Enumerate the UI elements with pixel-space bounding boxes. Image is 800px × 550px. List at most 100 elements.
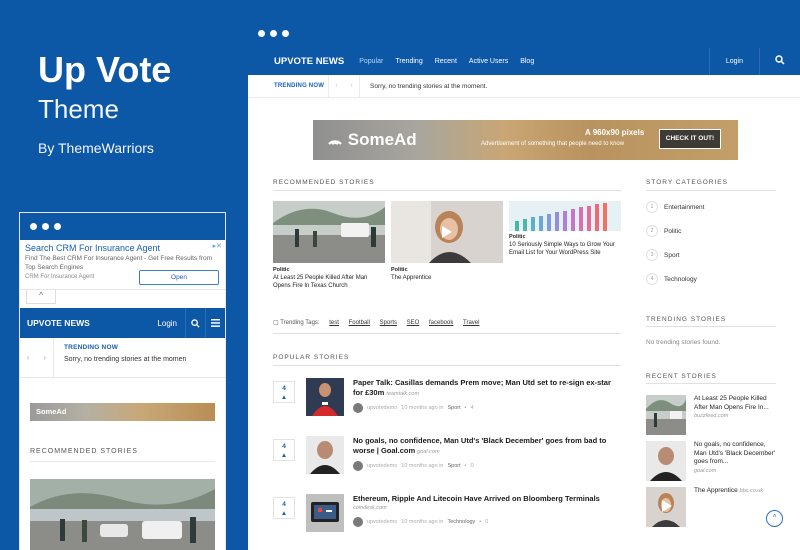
story-title[interactable]: The Apprentice [694, 487, 738, 494]
story-title[interactable]: Paper Talk: Casillas demands Prem move; … [353, 378, 621, 399]
avatar[interactable] [353, 403, 363, 413]
mobile-ad[interactable]: Search CRM For Insurance Agent Find The … [20, 240, 225, 290]
upvote-button[interactable]: 4 ▲ [273, 497, 295, 519]
story-thumbnail[interactable] [646, 395, 686, 435]
story-title[interactable]: No goals, no confidence, Man Utd's 'Blac… [353, 436, 621, 457]
mobile-banner-ad[interactable]: SomeAd [30, 403, 215, 421]
story-title-text[interactable]: No goals, no confidence, Man Utd's 'Blac… [353, 436, 606, 455]
menu-icon[interactable] [205, 308, 225, 338]
mobile-section-title: RECOMMENDED STORIES [30, 448, 138, 455]
arrow-up-icon: ▲ [280, 394, 288, 401]
ad-collapse-button[interactable]: ^ [26, 290, 56, 304]
banner-size: A 960x90 pixels [585, 128, 645, 137]
category-name[interactable]: Technology [664, 276, 697, 283]
story-thumbnail[interactable] [306, 378, 344, 416]
category-item[interactable]: 2 Politic [646, 225, 681, 237]
recommended-card[interactable]: Politic At Least 25 People Killed After … [273, 201, 385, 290]
upvote-button[interactable]: 4 ▲ [273, 439, 295, 461]
story-title[interactable]: 10 Seriously Simple Ways to Grow Your Em… [509, 241, 621, 257]
upvote-button[interactable]: 4 ▲ [273, 381, 295, 403]
banner-cta-button[interactable]: CHECK IT OUT! [659, 129, 721, 149]
site-brand[interactable]: UPVOTE NEWS [248, 56, 359, 67]
chevron-left-icon[interactable]: ‹ [27, 353, 30, 362]
tags-label: Trending Tags: [280, 320, 320, 326]
chevron-left-icon[interactable]: ‹ [336, 83, 338, 89]
nav-trending[interactable]: Trending [395, 58, 422, 65]
avatar[interactable] [353, 517, 363, 527]
story-category[interactable]: Technology [447, 519, 475, 525]
banner-ad[interactable]: SomeAd A 960x90 pixels Advertisement of … [313, 120, 738, 160]
tag-link[interactable]: test [329, 320, 339, 326]
tag-link[interactable]: Football [349, 320, 370, 326]
comment-count: 0 [485, 519, 489, 525]
search-icon[interactable] [760, 55, 800, 68]
story-category[interactable]: Politic [509, 234, 621, 240]
recommended-card[interactable]: Politic The Apprentice [391, 201, 503, 282]
comment-icon: ▪ [479, 519, 482, 525]
nav-blog[interactable]: Blog [520, 58, 534, 65]
login-link[interactable]: Login [708, 48, 760, 75]
search-icon[interactable] [185, 308, 205, 338]
mobile-story-image[interactable] [30, 479, 215, 550]
category-item[interactable]: 1 Entertainment [646, 201, 704, 213]
nav-popular[interactable]: Popular [359, 58, 383, 65]
category-name[interactable]: Sport [664, 252, 680, 259]
category-number: 1 [646, 201, 658, 213]
category-name[interactable]: Politic [664, 228, 681, 235]
chevron-right-icon[interactable]: › [43, 353, 46, 362]
category-number: 3 [646, 249, 658, 261]
tag-link[interactable]: facebook [429, 320, 453, 326]
mobile-login-link[interactable]: Login [149, 319, 185, 328]
story-title[interactable]: Ethereum, Ripple And Litecoin Have Arriv… [353, 494, 621, 504]
story-category[interactable]: Sport [447, 463, 460, 469]
story-title[interactable]: At Least 25 People Killed After Man Open… [694, 395, 769, 411]
story-category[interactable]: Sport [447, 405, 460, 411]
story-image[interactable] [509, 201, 621, 231]
tag-link[interactable]: SEO [407, 320, 420, 326]
tag-link[interactable]: Travel [463, 320, 479, 326]
story-category[interactable]: Politic [391, 267, 503, 273]
avatar[interactable] [353, 461, 363, 471]
arrow-up-icon: ▲ [280, 452, 288, 459]
arrow-up-icon: ▲ [280, 510, 288, 517]
popular-story: 4 ▲ Paper Talk: Casillas demands Prem mov… [273, 378, 621, 422]
mobile-brand[interactable]: UPVOTE NEWS [20, 318, 149, 328]
story-image[interactable] [391, 201, 503, 263]
story-source: buzzfeed.com [694, 413, 729, 419]
popular-story: 4 ▲ Ethereum, Ripple And Litecoin Have Ar… [273, 494, 621, 538]
story-user[interactable]: upvotedemo [367, 519, 397, 525]
story-thumbnail[interactable] [646, 487, 686, 527]
back-to-top-button[interactable]: ^ [766, 510, 783, 527]
story-thumbnail[interactable] [306, 494, 344, 532]
story-title[interactable]: No goals, no confidence, Man Utd's 'Blac… [694, 441, 775, 465]
tag-link[interactable]: Sports [380, 320, 397, 326]
chevron-right-icon[interactable]: › [351, 83, 353, 89]
mobile-trending-bar: ‹ › TRENDING NOW Sorry, no trending stor… [20, 338, 225, 378]
story-user[interactable]: upvotedemo [367, 463, 397, 469]
recommended-card[interactable]: Politic 10 Seriously Simple Ways to Grow… [509, 201, 621, 257]
story-thumbnail[interactable] [306, 436, 344, 474]
ad-choices-icon[interactable]: ▸✕ [213, 242, 222, 250]
story-category[interactable]: Politic [273, 267, 385, 273]
story-title[interactable]: The Apprentice [391, 274, 503, 282]
recent-story[interactable]: The Apprentice bbc.co.uk [646, 487, 776, 527]
nav-active-users[interactable]: Active Users [469, 58, 508, 65]
story-title-text[interactable]: Ethereum, Ripple And Litecoin Have Arriv… [353, 494, 600, 503]
story-user[interactable]: upvotedemo [367, 405, 397, 411]
recent-story[interactable]: At Least 25 People Killed After Man Open… [646, 395, 776, 435]
nav-recent[interactable]: Recent [435, 58, 457, 65]
category-item[interactable]: 4 Technology [646, 273, 697, 285]
window-dot-icon [30, 223, 37, 230]
ad-headline[interactable]: Search CRM For Insurance Agent [25, 243, 220, 253]
comment-count: 0 [470, 463, 474, 469]
story-image[interactable] [273, 201, 385, 263]
recent-story[interactable]: No goals, no confidence, Man Utd's 'Blac… [646, 441, 776, 481]
category-name[interactable]: Entertainment [664, 204, 704, 211]
play-icon[interactable] [441, 225, 453, 239]
mobile-window-chrome [20, 213, 225, 240]
story-thumbnail[interactable] [646, 441, 686, 481]
mobile-navbar: UPVOTE NEWS Login [20, 308, 225, 338]
category-item[interactable]: 3 Sport [646, 249, 680, 261]
ad-open-button[interactable]: Open [139, 270, 219, 285]
story-title[interactable]: At Least 25 People Killed After Man Open… [273, 274, 385, 290]
